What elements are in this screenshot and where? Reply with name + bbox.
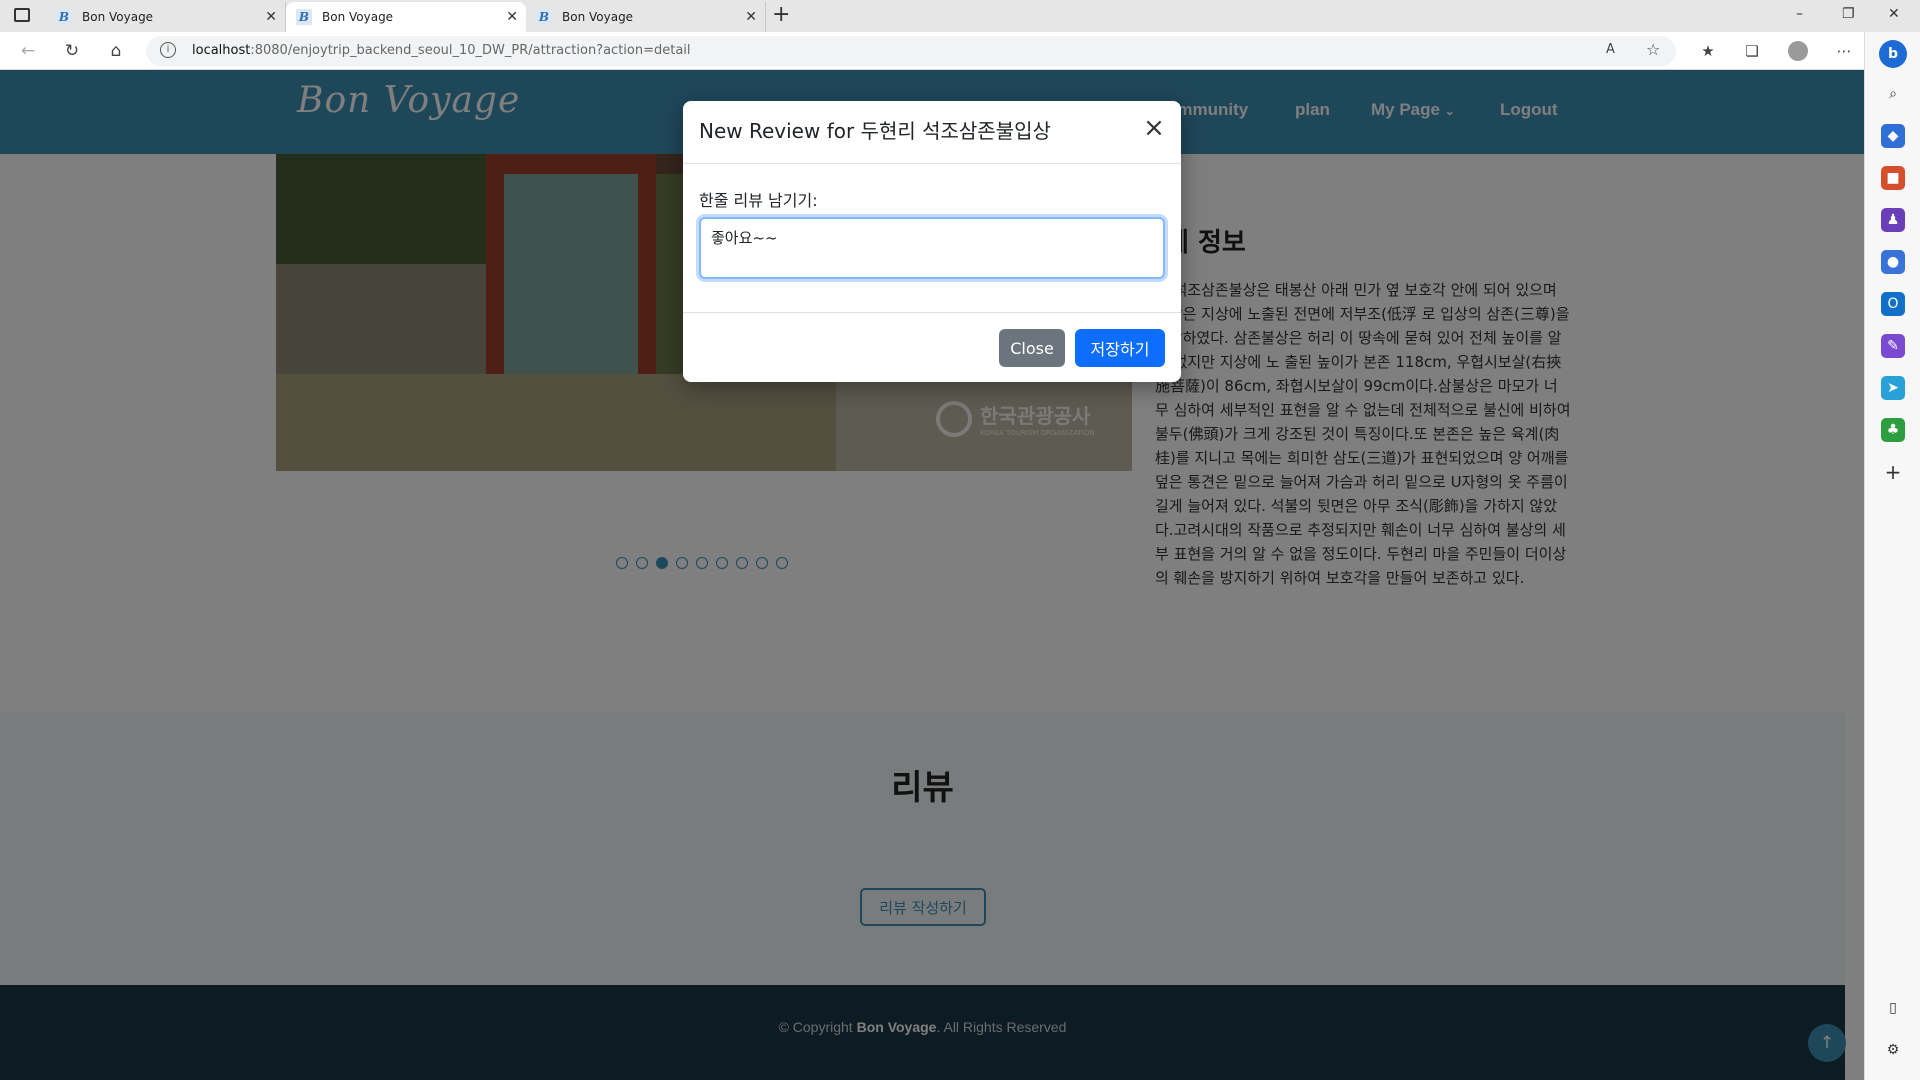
tab-actions-icon[interactable]	[14, 8, 30, 22]
settings-gear-icon[interactable]: ⚙	[1881, 1038, 1905, 1062]
browser-tab-2[interactable]: B Bon Voyage ✕	[286, 2, 526, 32]
close-window-icon[interactable]: ✕	[1888, 6, 1900, 22]
browser-toolbar: ← ↻ ⌂ i localhost:8080/enjoytrip_backend…	[0, 32, 1920, 70]
close-button[interactable]: Close	[999, 329, 1065, 367]
review-textarea[interactable]: 좋아요~~	[699, 217, 1165, 279]
back-icon[interactable]: ←	[14, 39, 42, 63]
bon-voyage-favicon-icon: B	[536, 9, 552, 25]
close-icon[interactable]: ×	[1141, 115, 1167, 141]
outlook-icon[interactable]: O	[1881, 292, 1905, 316]
url-host: localhost	[192, 43, 251, 58]
modal-header-divider	[683, 163, 1181, 164]
search-icon[interactable]: ⌕	[1881, 82, 1905, 106]
web-page: Bon Voyage ommunity plan My Page ⌄ Logou…	[0, 70, 1864, 1080]
minimize-icon[interactable]: –	[1796, 6, 1803, 22]
shopping-tag-icon[interactable]: ◆	[1881, 124, 1905, 148]
close-tab-icon[interactable]: ✕	[745, 9, 757, 25]
favorite-star-icon[interactable]: ☆	[1646, 40, 1660, 59]
send-icon[interactable]: ➤	[1881, 376, 1905, 400]
review-input-label: 한줄 리뷰 남기기:	[699, 191, 818, 210]
bon-voyage-favicon-icon: B	[296, 9, 312, 25]
save-button[interactable]: 저장하기	[1075, 329, 1165, 367]
tab-label: Bon Voyage	[82, 10, 154, 24]
tab-label: Bon Voyage	[322, 10, 394, 24]
office-icon[interactable]: ●	[1881, 250, 1905, 274]
address-bar[interactable]: i localhost:8080/enjoytrip_backend_seoul…	[146, 36, 1676, 66]
site-info-icon[interactable]: i	[160, 42, 176, 58]
read-aloud-icon[interactable]: A	[1606, 42, 1615, 57]
close-tab-icon[interactable]: ✕	[506, 9, 518, 25]
tools-icon[interactable]: ■	[1881, 166, 1905, 190]
designer-icon[interactable]: ✎	[1881, 334, 1905, 358]
more-options-icon[interactable]: ⋯	[1832, 40, 1856, 62]
url-text: localhost:8080/enjoytrip_backend_seoul_1…	[192, 43, 691, 58]
profile-avatar-icon[interactable]	[1786, 40, 1810, 62]
games-icon[interactable]: ♟	[1881, 208, 1905, 232]
tree-icon[interactable]: ♣	[1881, 418, 1905, 442]
bon-voyage-favicon-icon: B	[56, 9, 72, 25]
browser-tab-bar: B Bon Voyage ✕ B Bon Voyage ✕ B Bon Voya…	[0, 0, 1920, 32]
collections-icon[interactable]: ❏	[1740, 40, 1764, 62]
close-tab-icon[interactable]: ✕	[265, 9, 277, 25]
add-sidebar-app-icon[interactable]: +	[1881, 460, 1905, 484]
url-path: :8080/enjoytrip_backend_seoul_10_DW_PR/a…	[250, 43, 691, 58]
modal-footer-divider	[683, 312, 1181, 313]
tab-label: Bon Voyage	[562, 10, 634, 24]
modal-title: New Review for 두현리 석조삼존불입상	[699, 119, 1051, 143]
home-icon[interactable]: ⌂	[102, 39, 130, 63]
favorites-icon[interactable]: ★	[1696, 40, 1720, 62]
browser-tab-1[interactable]: B Bon Voyage ✕	[46, 2, 286, 32]
bing-chat-icon[interactable]: b	[1879, 40, 1907, 68]
refresh-icon[interactable]: ↻	[58, 39, 86, 63]
browser-sidebar: b ⌕ ◆ ■ ♟ ● O ✎ ➤ ♣ + ▯ ⚙	[1864, 32, 1920, 1080]
new-tab-icon[interactable]: +	[772, 2, 790, 27]
split-screen-icon[interactable]: ▯	[1881, 996, 1905, 1020]
browser-tab-3[interactable]: B Bon Voyage ✕	[526, 2, 766, 32]
new-review-modal: New Review for 두현리 석조삼존불입상 × 한줄 리뷰 남기기: …	[683, 101, 1181, 382]
restore-icon[interactable]: ❐	[1842, 6, 1855, 22]
